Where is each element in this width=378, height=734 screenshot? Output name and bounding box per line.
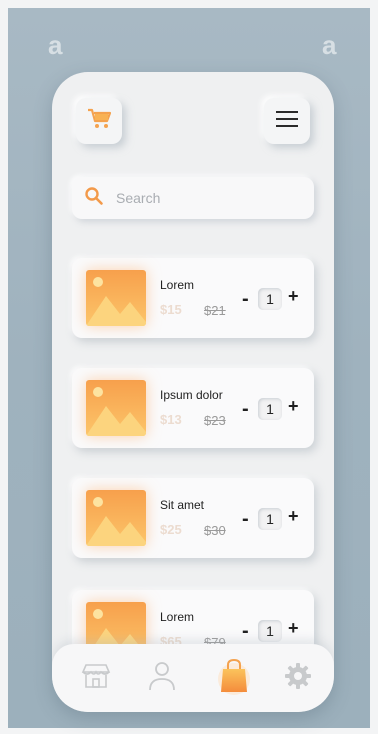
- nav-item-profile[interactable]: [144, 660, 180, 696]
- menu-button[interactable]: [264, 98, 310, 144]
- decrease-quantity-button[interactable]: -: [242, 288, 249, 311]
- product-image-placeholder-icon: [86, 380, 146, 436]
- cart-button[interactable]: [76, 98, 122, 144]
- product-image-placeholder-icon: [86, 270, 146, 326]
- quantity-value: 1: [258, 508, 282, 530]
- watermark-glyph: a: [322, 30, 337, 60]
- search-bar[interactable]: Search: [72, 177, 314, 219]
- bottom-navigation: [52, 644, 334, 712]
- quantity-value: 1: [258, 288, 282, 310]
- product-old-price: $25: [160, 522, 182, 537]
- nav-item-store[interactable]: [78, 660, 114, 696]
- search-input[interactable]: Search: [116, 190, 160, 206]
- cart-icon: [87, 108, 112, 135]
- hamburger-menu-icon: [276, 110, 298, 132]
- product-image-placeholder-icon: [86, 490, 146, 546]
- nav-item-bag[interactable]: [216, 658, 252, 696]
- decrease-quantity-button[interactable]: -: [242, 620, 249, 643]
- product-old-price: $15: [160, 302, 182, 317]
- product-price: $23: [204, 413, 226, 428]
- product-name: Ipsum dolor: [160, 388, 223, 402]
- product-name: Sit amet: [160, 498, 205, 512]
- product-price: $30: [204, 523, 226, 538]
- decrease-quantity-button[interactable]: -: [242, 398, 249, 421]
- gear-icon: [284, 662, 312, 695]
- user-icon: [147, 660, 177, 697]
- product-price: $21: [204, 303, 226, 318]
- nav-item-settings[interactable]: [280, 660, 316, 696]
- increase-quantity-button[interactable]: +: [288, 286, 299, 307]
- quantity-value: 1: [258, 620, 282, 642]
- product-old-price: $13: [160, 412, 182, 427]
- store-icon: [80, 662, 112, 695]
- product-card[interactable]: Lorem $15 $21 - 1 +: [72, 258, 314, 338]
- product-name: Lorem: [160, 278, 195, 292]
- search-icon: [84, 186, 104, 211]
- increase-quantity-button[interactable]: +: [288, 396, 299, 417]
- product-name: Lorem: [160, 610, 195, 624]
- phone-screen: Search Lorem $15 $21 - 1 + Ipsum dolor $…: [52, 72, 334, 712]
- increase-quantity-button[interactable]: +: [288, 506, 299, 527]
- quantity-value: 1: [258, 398, 282, 420]
- product-card[interactable]: Ipsum dolor $13 $23 - 1 +: [72, 368, 314, 448]
- increase-quantity-button[interactable]: +: [288, 618, 299, 639]
- product-card[interactable]: Sit amet $25 $30 - 1 +: [72, 478, 314, 558]
- watermark-glyph: a: [48, 30, 63, 60]
- shopping-bag-icon: [217, 657, 251, 700]
- decrease-quantity-button[interactable]: -: [242, 508, 249, 531]
